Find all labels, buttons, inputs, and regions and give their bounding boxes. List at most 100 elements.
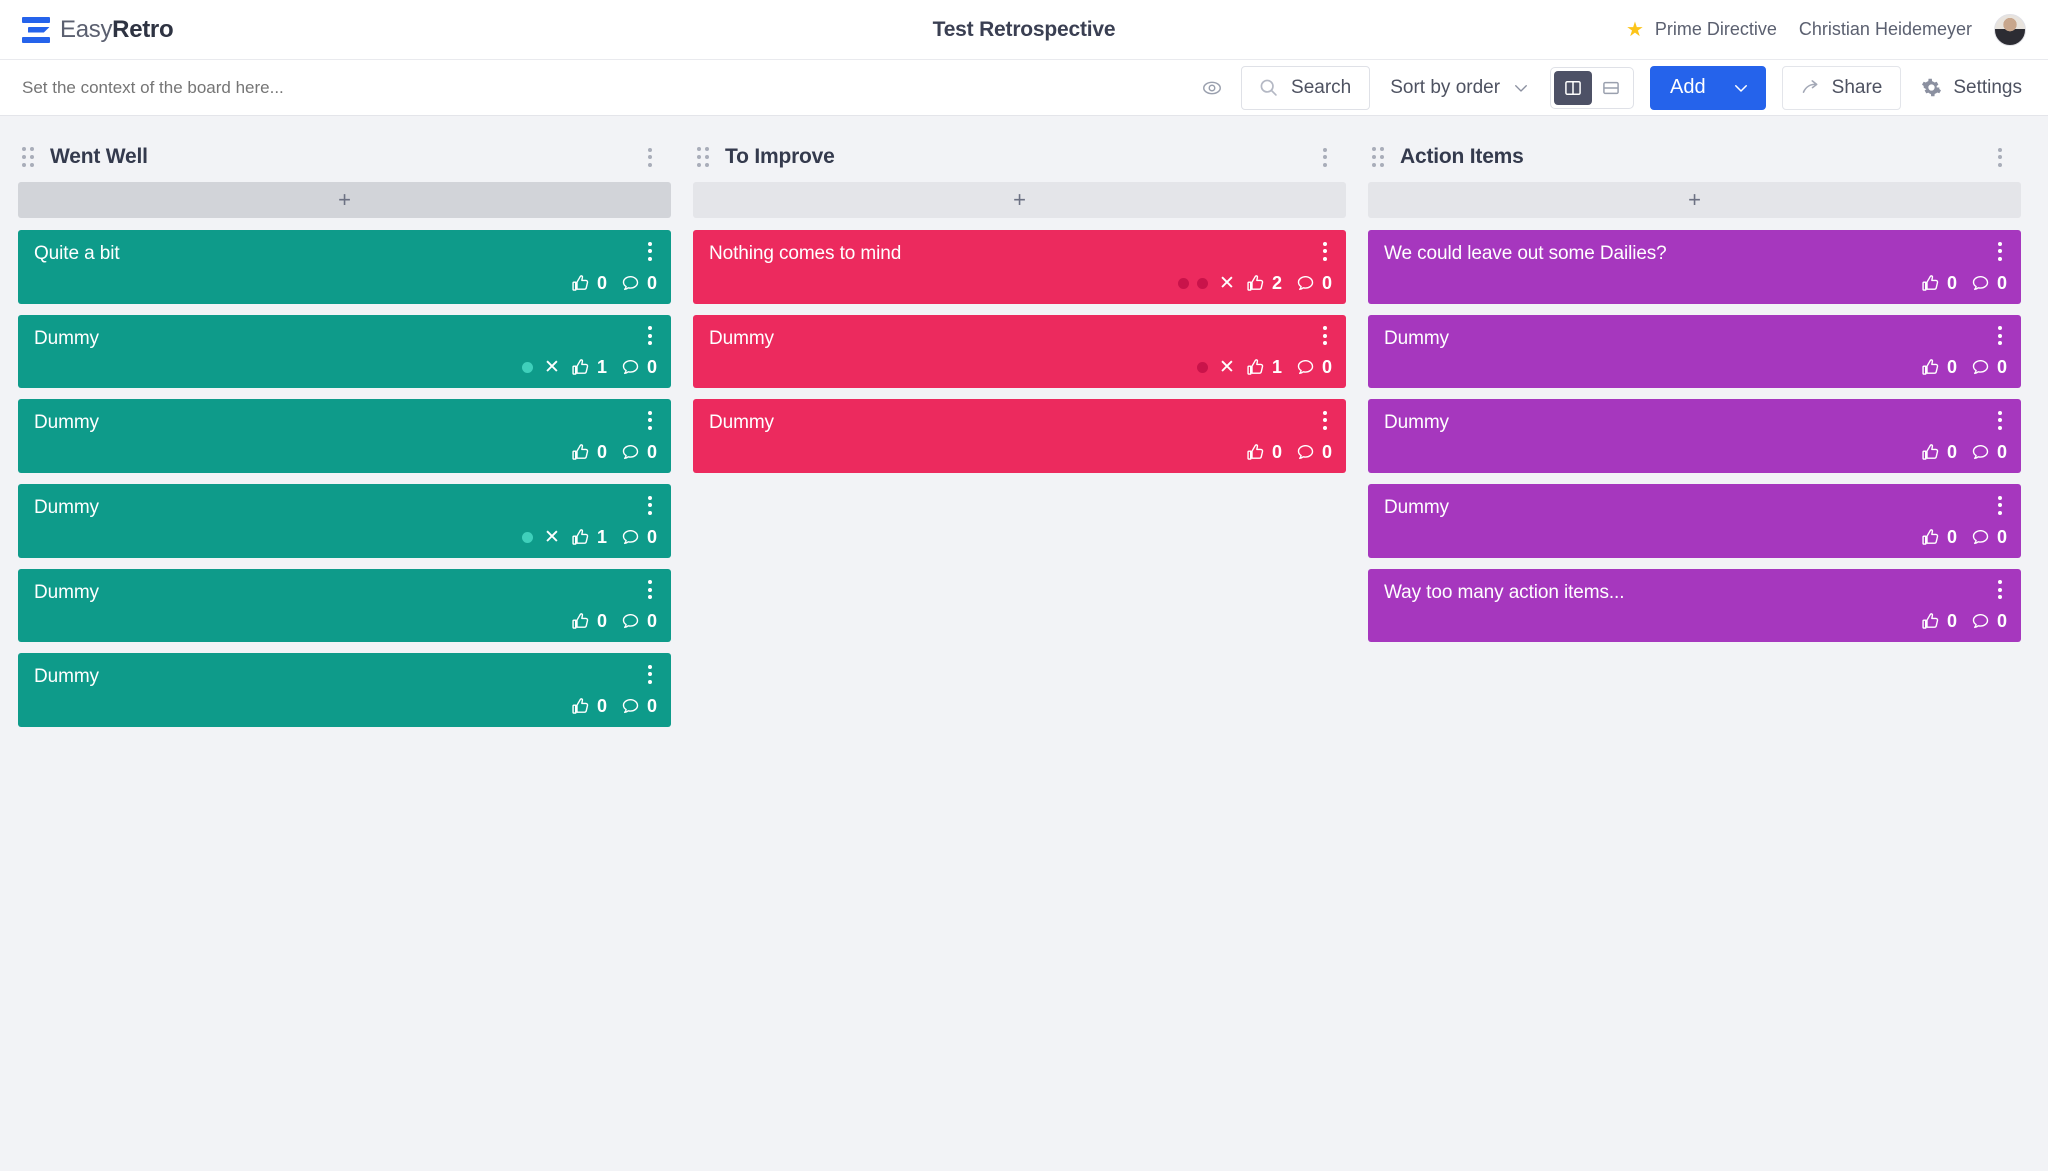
board-toolbar: Search Sort by order Add xyxy=(0,60,2048,116)
vote-count: 0 xyxy=(596,442,607,463)
unmerge-icon[interactable]: ✕ xyxy=(544,528,560,547)
card-menu-kebab-icon[interactable] xyxy=(641,494,659,516)
toolbar-actions: Search Sort by order Add Share Settings xyxy=(1199,65,2026,110)
comment-control[interactable]: 0 xyxy=(620,527,657,548)
card-footer: 00 xyxy=(34,605,657,632)
drag-handle-icon[interactable] xyxy=(1372,147,1388,167)
vote-count: 0 xyxy=(596,696,607,717)
rows-view-button[interactable] xyxy=(1592,71,1630,105)
comment-bubble-icon xyxy=(622,614,639,629)
card-menu-kebab-icon[interactable] xyxy=(1316,409,1334,431)
comment-control[interactable]: 0 xyxy=(1295,357,1332,378)
board-column: Action Items + We could leave out some Dai… xyxy=(1368,132,2021,643)
sort-dropdown[interactable]: Sort by order xyxy=(1386,77,1534,99)
card-menu-kebab-icon[interactable] xyxy=(1316,325,1334,347)
app-logo[interactable]: EasyRetro xyxy=(22,16,174,44)
add-card-button[interactable]: + xyxy=(693,182,1346,218)
card-text: Dummy xyxy=(709,327,774,349)
retro-card[interactable]: Dummy ✕ 1 0 xyxy=(18,484,671,558)
retro-card[interactable]: Dummy 0 0 xyxy=(18,399,671,474)
vote-control[interactable]: 0 xyxy=(570,273,607,294)
retro-card[interactable]: Dummy ✕ 1 0 xyxy=(18,314,671,389)
vote-control[interactable]: 1 xyxy=(570,357,607,378)
retro-card[interactable]: Dummy 0 0 xyxy=(693,399,1346,474)
vote-control[interactable]: 0 xyxy=(1920,527,1957,548)
search-input[interactable]: Search xyxy=(1241,65,1371,110)
comment-control[interactable]: 0 xyxy=(1295,442,1332,463)
comment-control[interactable]: 0 xyxy=(1970,611,2007,632)
retro-card[interactable]: Dummy 0 0 xyxy=(1368,314,2021,389)
comment-control[interactable]: 0 xyxy=(1970,527,2007,548)
card-menu-kebab-icon[interactable] xyxy=(1991,325,2009,347)
vote-control[interactable]: 0 xyxy=(570,611,607,632)
comment-control[interactable]: 0 xyxy=(620,442,657,463)
card-menu-kebab-icon[interactable] xyxy=(1991,409,2009,431)
vote-control[interactable]: 2 xyxy=(1245,273,1282,294)
card-footer: ✕ 1 0 xyxy=(34,521,657,548)
unmerge-icon[interactable]: ✕ xyxy=(1219,358,1235,377)
vote-count: 0 xyxy=(1946,357,1957,378)
card-menu-kebab-icon[interactable] xyxy=(641,579,659,601)
retro-card[interactable]: Dummy 0 0 xyxy=(1368,484,2021,558)
board-context-input[interactable] xyxy=(22,77,582,98)
vote-control[interactable]: 0 xyxy=(1245,442,1282,463)
add-button[interactable]: Add xyxy=(1650,65,1766,110)
card-menu-kebab-icon[interactable] xyxy=(641,240,659,262)
vote-control[interactable]: 1 xyxy=(1245,357,1282,378)
retro-card[interactable]: Dummy ✕ 1 0 xyxy=(693,314,1346,389)
share-button[interactable]: Share xyxy=(1781,65,1902,110)
card-menu-kebab-icon[interactable] xyxy=(1991,240,2009,262)
retro-card[interactable]: Dummy 0 0 xyxy=(18,568,671,643)
comment-control[interactable]: 0 xyxy=(620,611,657,632)
vote-control[interactable]: 0 xyxy=(1920,442,1957,463)
columns-view-button[interactable] xyxy=(1554,70,1593,105)
vote-control[interactable]: 0 xyxy=(570,696,607,717)
column-header: Action Items xyxy=(1368,132,2021,182)
vote-control[interactable]: 0 xyxy=(1920,357,1957,378)
comment-control[interactable]: 0 xyxy=(1295,273,1332,294)
vote-control[interactable]: 0 xyxy=(1920,273,1957,294)
vote-control[interactable]: 0 xyxy=(570,442,607,463)
retro-card[interactable]: Way too many action items... 0 0 xyxy=(1368,568,2021,643)
card-menu-kebab-icon[interactable] xyxy=(641,409,659,431)
unmerge-icon[interactable]: ✕ xyxy=(1219,274,1235,293)
prime-directive-label: Prime Directive xyxy=(1654,19,1777,39)
retro-card[interactable]: Quite a bit 0 0 xyxy=(18,230,671,304)
card-menu-kebab-icon[interactable] xyxy=(1316,240,1334,262)
drag-handle-icon[interactable] xyxy=(22,147,38,167)
rows-view-icon xyxy=(1603,81,1619,94)
column-menu-kebab-icon[interactable] xyxy=(1314,145,1336,169)
card-menu-kebab-icon[interactable] xyxy=(1991,494,2009,516)
prime-directive-button[interactable]: ★ Prime Directive xyxy=(1626,19,1777,40)
comment-control[interactable]: 0 xyxy=(1970,442,2007,463)
comment-control[interactable]: 0 xyxy=(1970,357,2007,378)
retro-card[interactable]: Dummy 0 0 xyxy=(18,653,671,728)
eye-icon xyxy=(1203,81,1221,94)
card-menu-kebab-icon[interactable] xyxy=(641,663,659,685)
comment-control[interactable]: 0 xyxy=(620,696,657,717)
vote-count: 0 xyxy=(596,611,607,632)
retro-card[interactable]: Dummy 0 0 xyxy=(1368,399,2021,474)
add-card-button[interactable]: + xyxy=(18,182,671,218)
card-menu-kebab-icon[interactable] xyxy=(641,325,659,347)
card-menu-kebab-icon[interactable] xyxy=(1991,579,2009,601)
avatar[interactable] xyxy=(1994,13,2026,46)
retro-card[interactable]: Nothing comes to mind ✕ 2 0 xyxy=(693,230,1346,304)
vote-control[interactable]: 1 xyxy=(570,527,607,548)
card-text: Dummy xyxy=(34,581,99,603)
user-name-label: Christian Heidemeyer xyxy=(1798,19,1972,39)
settings-button[interactable]: Settings xyxy=(1917,66,2026,110)
visibility-toggle-button[interactable] xyxy=(1199,75,1225,101)
comment-control[interactable]: 0 xyxy=(1970,273,2007,294)
comment-control[interactable]: 0 xyxy=(620,357,657,378)
retro-card[interactable]: We could leave out some Dailies? 0 0 xyxy=(1368,230,2021,304)
vote-control[interactable]: 0 xyxy=(1920,611,1957,632)
thumbs-up-icon xyxy=(1922,359,1939,376)
drag-handle-icon[interactable] xyxy=(697,147,713,167)
column-menu-kebab-icon[interactable] xyxy=(639,145,661,169)
add-card-button[interactable]: + xyxy=(1368,182,2021,218)
column-menu-kebab-icon[interactable] xyxy=(1989,145,2011,169)
unmerge-icon[interactable]: ✕ xyxy=(544,358,560,377)
comment-control[interactable]: 0 xyxy=(620,273,657,294)
comment-bubble-icon xyxy=(622,275,639,290)
